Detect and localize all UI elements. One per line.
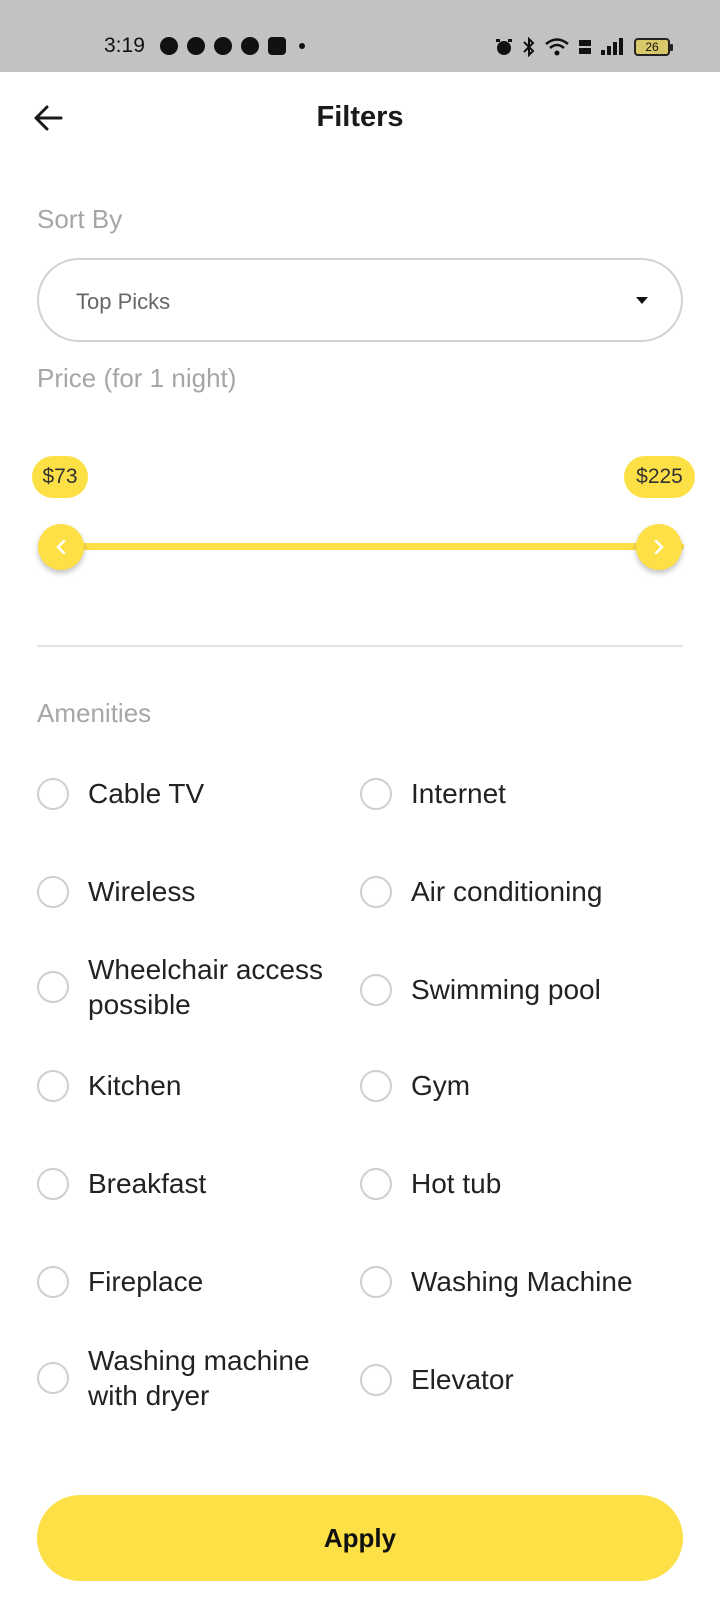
amenity-label: Washing Machine xyxy=(411,1266,633,1297)
amenity-label: Wheelchair access possible xyxy=(88,954,323,1020)
volte-icon xyxy=(578,37,592,62)
amenity-washing-machine-dryer[interactable]: Washing machine with dryer xyxy=(37,1343,347,1413)
amenity-label: Kitchen xyxy=(88,1070,182,1101)
amenity-label: Elevator xyxy=(411,1364,514,1395)
radio-button[interactable] xyxy=(360,777,392,810)
min-price-handle[interactable] xyxy=(38,524,84,570)
radio-button[interactable] xyxy=(360,973,392,1006)
price-range-track xyxy=(62,543,684,550)
radio-button[interactable] xyxy=(37,971,69,1003)
sort-dropdown[interactable]: Top Picks xyxy=(37,258,683,342)
amenities-label: Amenities xyxy=(37,698,152,728)
system-icons xyxy=(494,36,624,62)
amenity-label: Hot tub xyxy=(411,1168,502,1199)
amenity-kitchen[interactable]: Kitchen xyxy=(37,1068,337,1103)
notification-icons xyxy=(160,37,305,55)
page-title: Filters xyxy=(316,101,404,133)
max-price-bubble: $225 xyxy=(624,456,695,498)
amenity-cable-tv[interactable]: Cable TV xyxy=(37,776,337,811)
status-bar: 3:19 26 xyxy=(0,0,720,72)
apply-button[interactable]: Apply xyxy=(37,1495,683,1581)
sort-selected-value: Top Picks xyxy=(76,289,171,314)
amenity-label: Washing machine with dryer xyxy=(88,1345,310,1411)
amenity-hot-tub[interactable]: Hot tub xyxy=(360,1166,680,1201)
amenity-air-conditioning[interactable]: Air conditioning xyxy=(360,874,680,909)
amenity-elevator[interactable]: Elevator xyxy=(360,1362,680,1397)
sort-by-label: Sort By xyxy=(37,204,123,234)
min-price-bubble: $73 xyxy=(32,456,88,498)
chevron-left-icon xyxy=(56,540,66,554)
amenity-label: Swimming pool xyxy=(411,974,601,1005)
radio-button[interactable] xyxy=(37,1265,69,1298)
wifi-icon xyxy=(544,37,570,62)
amenity-wheelchair-access[interactable]: Wheelchair access possible xyxy=(37,952,347,1022)
amenity-label: Gym xyxy=(411,1070,471,1101)
radio-button[interactable] xyxy=(360,875,392,908)
radio-button[interactable] xyxy=(37,875,69,908)
radio-button[interactable] xyxy=(360,1167,392,1200)
amenity-label: Cable TV xyxy=(88,778,205,809)
amenity-wireless[interactable]: Wireless xyxy=(37,874,337,909)
amenity-breakfast[interactable]: Breakfast xyxy=(37,1166,337,1201)
max-price-handle[interactable] xyxy=(636,524,682,570)
amenity-washing-machine[interactable]: Washing Machine xyxy=(360,1264,680,1299)
radio-button[interactable] xyxy=(360,1363,392,1396)
radio-button[interactable] xyxy=(37,1167,69,1200)
radio-button[interactable] xyxy=(37,777,69,810)
signal-icon xyxy=(600,37,624,62)
battery-icon: 26 xyxy=(634,38,673,56)
caret-down-icon xyxy=(636,297,648,304)
amenity-fireplace[interactable]: Fireplace xyxy=(37,1264,337,1299)
radio-button[interactable] xyxy=(37,1362,69,1394)
more-notifications-icon xyxy=(299,43,305,49)
amenity-internet[interactable]: Internet xyxy=(360,776,680,811)
amenity-label: Air conditioning xyxy=(411,876,603,907)
whatsapp-icon xyxy=(160,37,178,55)
radio-button[interactable] xyxy=(360,1265,392,1298)
radio-button[interactable] xyxy=(37,1069,69,1102)
amenity-gym[interactable]: Gym xyxy=(360,1068,680,1103)
chat-icon xyxy=(187,37,205,55)
amenity-label: Wireless xyxy=(88,876,196,907)
call-icon xyxy=(241,37,259,55)
amenity-label: Breakfast xyxy=(88,1168,207,1199)
amenity-swimming-pool[interactable]: Swimming pool xyxy=(360,972,680,1007)
alarm-icon xyxy=(494,37,514,62)
amenity-label: Internet xyxy=(411,778,506,809)
slack-icon xyxy=(214,37,232,55)
section-divider xyxy=(37,645,683,647)
app-icon xyxy=(268,37,286,55)
price-label: Price (for 1 night) xyxy=(37,363,237,393)
status-time: 3:19 xyxy=(104,34,145,57)
amenity-label: Fireplace xyxy=(88,1266,204,1297)
radio-button[interactable] xyxy=(360,1069,392,1102)
chevron-right-icon xyxy=(654,540,664,554)
bluetooth-icon xyxy=(522,36,536,62)
